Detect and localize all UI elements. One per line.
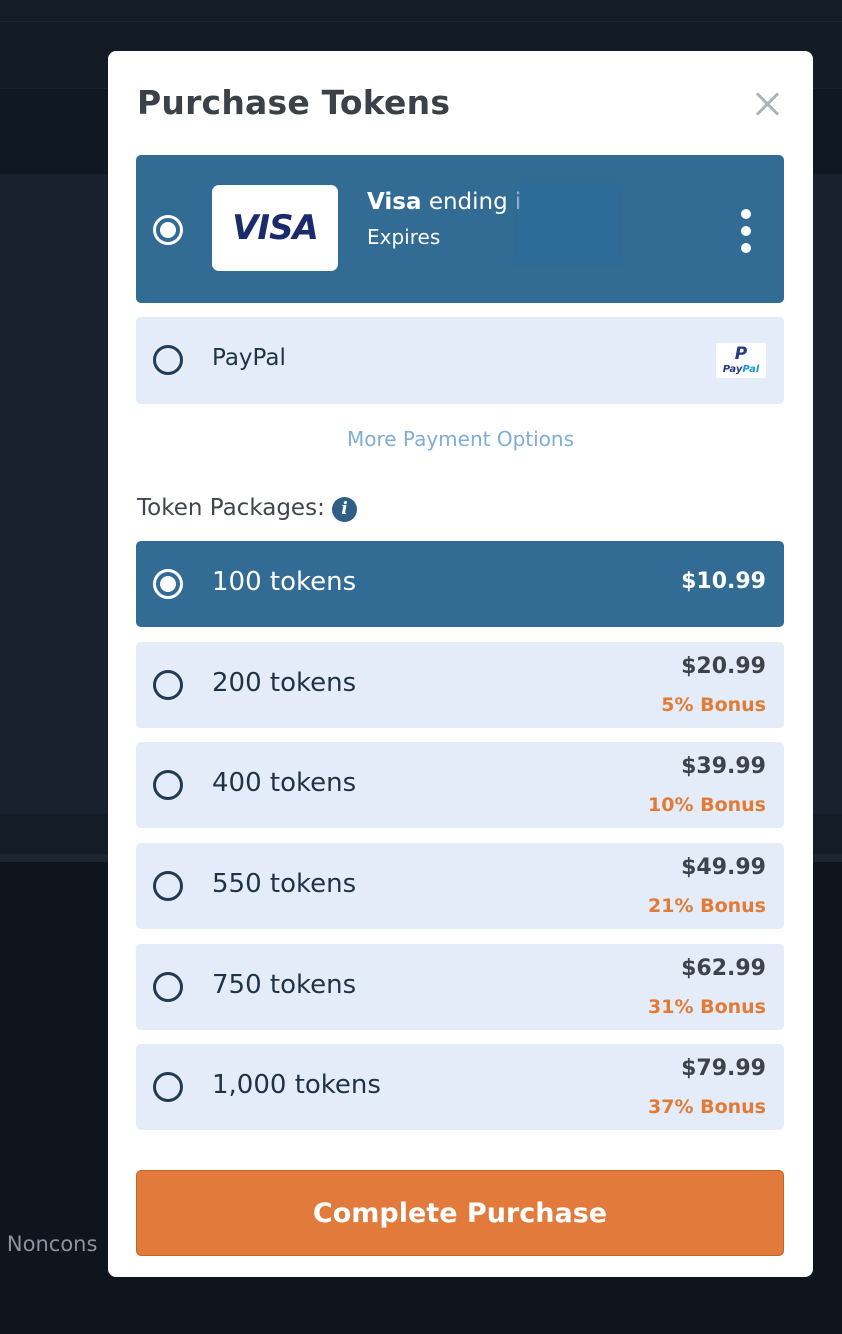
package-radio[interactable] [153,770,183,800]
purchase-tokens-modal: Purchase Tokens VISA Visa ending i Expir… [108,51,813,1277]
package-price: $20.99 [681,654,766,679]
card-brand: Visa [367,189,422,215]
background-top-bar [0,0,842,22]
package-label: 400 tokens [212,768,357,798]
package-label: 200 tokens [212,668,357,698]
package-radio[interactable] [153,871,183,901]
card-expiry: Expires [367,225,441,249]
package-option[interactable]: 400 tokens $39.99 10% Bonus [136,742,784,828]
package-price: $10.99 [681,569,766,594]
package-bonus: 21% Bonus [648,895,766,917]
token-packages-label: Token Packages: [137,495,325,521]
package-option[interactable]: 200 tokens $20.99 5% Bonus [136,642,784,728]
more-vertical-icon[interactable] [736,209,756,253]
package-price: $79.99 [681,1056,766,1081]
visa-radio[interactable] [153,215,183,245]
package-bonus: 31% Bonus [648,996,766,1018]
paypal-logo-text-pal: Pal [742,364,760,375]
package-price: $49.99 [681,855,766,880]
modal-title: Purchase Tokens [137,83,451,122]
package-price: $62.99 [681,956,766,981]
package-option[interactable]: 550 tokens $49.99 21% Bonus [136,843,784,929]
package-option[interactable]: 100 tokens $10.99 [136,541,784,627]
paypal-radio[interactable] [153,345,183,375]
paypal-logo-mark: P [734,344,748,364]
package-bonus: 10% Bonus [648,794,766,816]
redacted-card-details [518,183,618,263]
info-icon[interactable]: i [332,497,357,522]
paypal-label: PayPal [212,345,286,371]
complete-purchase-button[interactable]: Complete Purchase [136,1170,784,1256]
package-radio[interactable] [153,1072,183,1102]
package-label: 750 tokens [212,970,357,1000]
payment-option-visa[interactable]: VISA Visa ending i Expires [136,155,784,303]
package-radio[interactable] [153,972,183,1002]
package-option[interactable]: 750 tokens $62.99 31% Bonus [136,944,784,1030]
visa-logo-text: VISA [232,208,319,248]
package-bonus: 37% Bonus [648,1096,766,1118]
card-description: Visa ending i [367,189,521,215]
package-bonus: 5% Bonus [661,694,766,716]
package-option[interactable]: 1,000 tokens $79.99 37% Bonus [136,1044,784,1130]
package-price: $39.99 [681,754,766,779]
paypal-logo-text: PayPal [716,364,766,375]
close-icon[interactable] [752,89,782,119]
package-label: 100 tokens [212,567,357,597]
paypal-logo-text-pay: Pay [722,364,743,375]
package-radio[interactable] [153,670,183,700]
package-radio[interactable] [153,569,183,599]
paypal-logo: P PayPal [716,343,766,378]
payment-option-paypal[interactable]: PayPal P PayPal [136,317,784,404]
background-text: t Noncons [0,1232,98,1256]
card-ending-text: ending i [428,189,522,215]
package-label: 550 tokens [212,869,357,899]
visa-logo: VISA [212,185,338,271]
package-label: 1,000 tokens [212,1070,381,1100]
more-payment-options-link[interactable]: More Payment Options [108,427,813,451]
